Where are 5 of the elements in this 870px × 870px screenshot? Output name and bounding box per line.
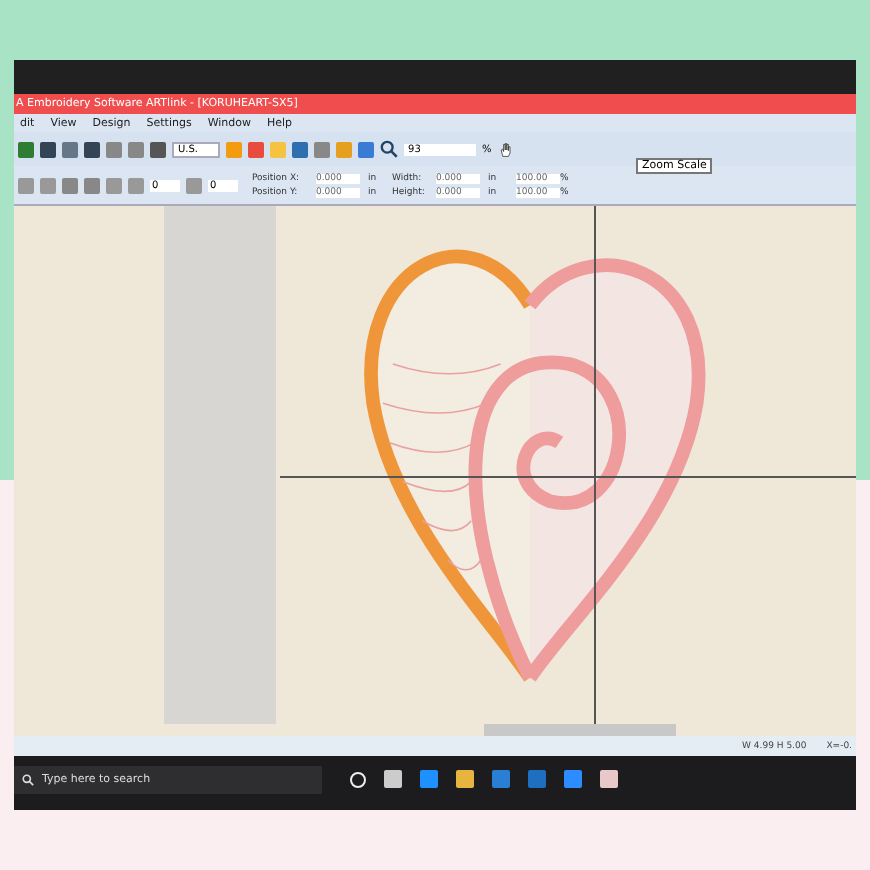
- search-icon: [22, 774, 34, 786]
- cortana-icon[interactable]: [350, 771, 366, 787]
- scrollbar[interactable]: [484, 724, 676, 736]
- search-icon[interactable]: [380, 140, 399, 158]
- hand-icon[interactable]: [497, 141, 514, 157]
